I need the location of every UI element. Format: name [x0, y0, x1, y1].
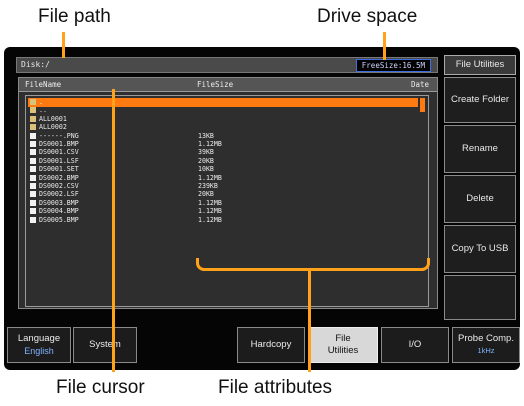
file-row[interactable]: ALL0001	[28, 115, 418, 123]
file-icon	[30, 166, 36, 173]
file-icon	[30, 208, 36, 215]
column-filesize: FileSize	[197, 80, 234, 89]
probe-comp-value: 1kHz	[477, 346, 495, 355]
file-row[interactable]: DS0002.BMP 1.12MB	[28, 174, 418, 182]
file-name: ..	[39, 106, 47, 115]
callout-file-attributes: File attributes	[218, 377, 333, 398]
file-size: 1.12MB	[198, 140, 222, 148]
folder-icon	[30, 99, 36, 105]
file-name: DS0001.BMP	[39, 140, 79, 148]
io-button[interactable]: I/O	[381, 327, 449, 363]
file-row[interactable]: DS0001.CSV 39KB	[28, 148, 418, 156]
file-row[interactable]: DS0001.BMP 1.12MB	[28, 140, 418, 148]
file-size: 13KB	[198, 131, 214, 140]
callout-file-path: File path	[38, 6, 111, 27]
file-icon	[30, 174, 36, 181]
system-label: System	[89, 339, 121, 350]
file-attributes-brace	[196, 258, 430, 271]
file-list-header: FileName FileSize Date	[19, 78, 437, 92]
file-row[interactable]: ..	[28, 106, 418, 114]
column-filename: FileName	[25, 80, 62, 89]
side-menu-title: File Utilities	[444, 55, 516, 75]
file-row[interactable]: DS0004.BMP 1.12MB	[28, 207, 418, 215]
file-icon	[30, 157, 36, 164]
file-row[interactable]: DS0002.LSF 20KB	[28, 190, 418, 198]
file-name: DS0004.BMP	[39, 207, 79, 216]
file-icon	[30, 191, 36, 198]
file-icon	[30, 141, 36, 147]
io-label: I/O	[408, 339, 422, 350]
callout-drive-space: Drive space	[317, 6, 418, 27]
file-row[interactable]: DS0002.CSV 239KB	[28, 182, 418, 190]
probe-comp-label: Probe Comp.	[458, 333, 514, 344]
side-menu: File Utilities Create Folder Rename Dele…	[444, 55, 516, 320]
file-utilities-label: File Utilities	[327, 333, 359, 356]
file-size: 1.12MB	[198, 207, 222, 216]
file-cursor-pointer	[112, 89, 115, 372]
hardcopy-label: Hardcopy	[250, 339, 292, 350]
file-icon	[30, 149, 36, 156]
create-folder-button[interactable]: Create Folder	[444, 77, 516, 123]
file-row[interactable]: DS0001.LSF 20KB	[28, 157, 418, 165]
file-size: 1.12MB	[198, 215, 222, 224]
language-button[interactable]: Language English	[7, 327, 71, 363]
hardcopy-button[interactable]: Hardcopy	[237, 327, 305, 363]
rename-button[interactable]: Rename	[444, 125, 516, 173]
file-name: DS0001.CSV	[39, 148, 79, 157]
file-name: DS0001.LSF	[39, 156, 79, 165]
oscilloscope-screen: Disk:/ FreeSize:16.5M FileName FileSize …	[4, 47, 520, 370]
file-name: DS0005.BMP	[39, 215, 79, 224]
file-icon	[30, 183, 36, 189]
file-name: ALL0001	[39, 114, 67, 123]
folder-icon	[30, 107, 36, 114]
file-name: DS0002.CSV	[39, 182, 79, 190]
system-button[interactable]: System	[73, 327, 137, 363]
file-path-pointer	[62, 32, 65, 58]
free-size-indicator: FreeSize:16.5M	[355, 59, 431, 72]
file-name: DS0002.LSF	[39, 190, 79, 199]
probe-comp-button[interactable]: Probe Comp. 1kHz	[452, 327, 520, 363]
file-size: 20KB	[198, 156, 214, 165]
file-utilities-button[interactable]: File Utilities	[308, 327, 378, 363]
file-path-text: Disk:/	[21, 60, 50, 69]
file-icon	[30, 132, 36, 139]
file-icon	[30, 216, 36, 223]
side-menu-empty-slot	[444, 275, 516, 320]
file-row[interactable]: ------.PNG 13KB	[28, 132, 418, 140]
file-row[interactable]: DS0003.BMP 1.12MB	[28, 199, 418, 207]
language-label: Language	[17, 333, 61, 344]
file-size: 1.12MB	[198, 198, 222, 207]
file-row[interactable]: ALL0002	[28, 123, 418, 131]
path-bar: Disk:/ FreeSize:16.5M	[16, 57, 438, 73]
folder-icon	[30, 124, 36, 131]
file-name: .	[39, 98, 43, 106]
file-size: 239KB	[198, 182, 218, 190]
file-name: DS0002.BMP	[39, 173, 79, 182]
file-name: DS0001.SET	[39, 165, 79, 174]
file-size: 20KB	[198, 190, 214, 199]
language-value: English	[24, 346, 54, 356]
callout-file-cursor: File cursor	[56, 377, 145, 398]
folder-icon	[30, 115, 36, 122]
file-name: ALL0002	[39, 123, 67, 132]
file-attributes-pointer	[308, 268, 311, 372]
file-row[interactable]: DS0005.BMP 1.12MB	[28, 216, 418, 224]
file-browser: FileName FileSize Date ... ALL0001 ALL0002…	[18, 77, 438, 309]
file-icon	[30, 199, 36, 206]
file-name: DS0003.BMP	[39, 198, 79, 207]
drive-space-pointer	[383, 32, 386, 60]
file-name: ------.PNG	[39, 131, 79, 140]
file-size: 10KB	[198, 165, 214, 174]
column-date: Date	[410, 80, 429, 89]
file-size: 1.12MB	[198, 173, 222, 182]
copy-to-usb-button[interactable]: Copy To USB	[444, 225, 516, 273]
file-list[interactable]: ... ALL0001 ALL0002 ------.PNG 13KB DS0001.BM…	[25, 95, 429, 307]
file-size: 39KB	[198, 148, 214, 157]
file-row[interactable]: DS0001.SET 10KB	[28, 165, 418, 173]
bottom-menu: Language English System Hardcopy File Ut…	[4, 327, 520, 367]
delete-button[interactable]: Delete	[444, 175, 516, 223]
scrollbar[interactable]	[420, 98, 425, 112]
